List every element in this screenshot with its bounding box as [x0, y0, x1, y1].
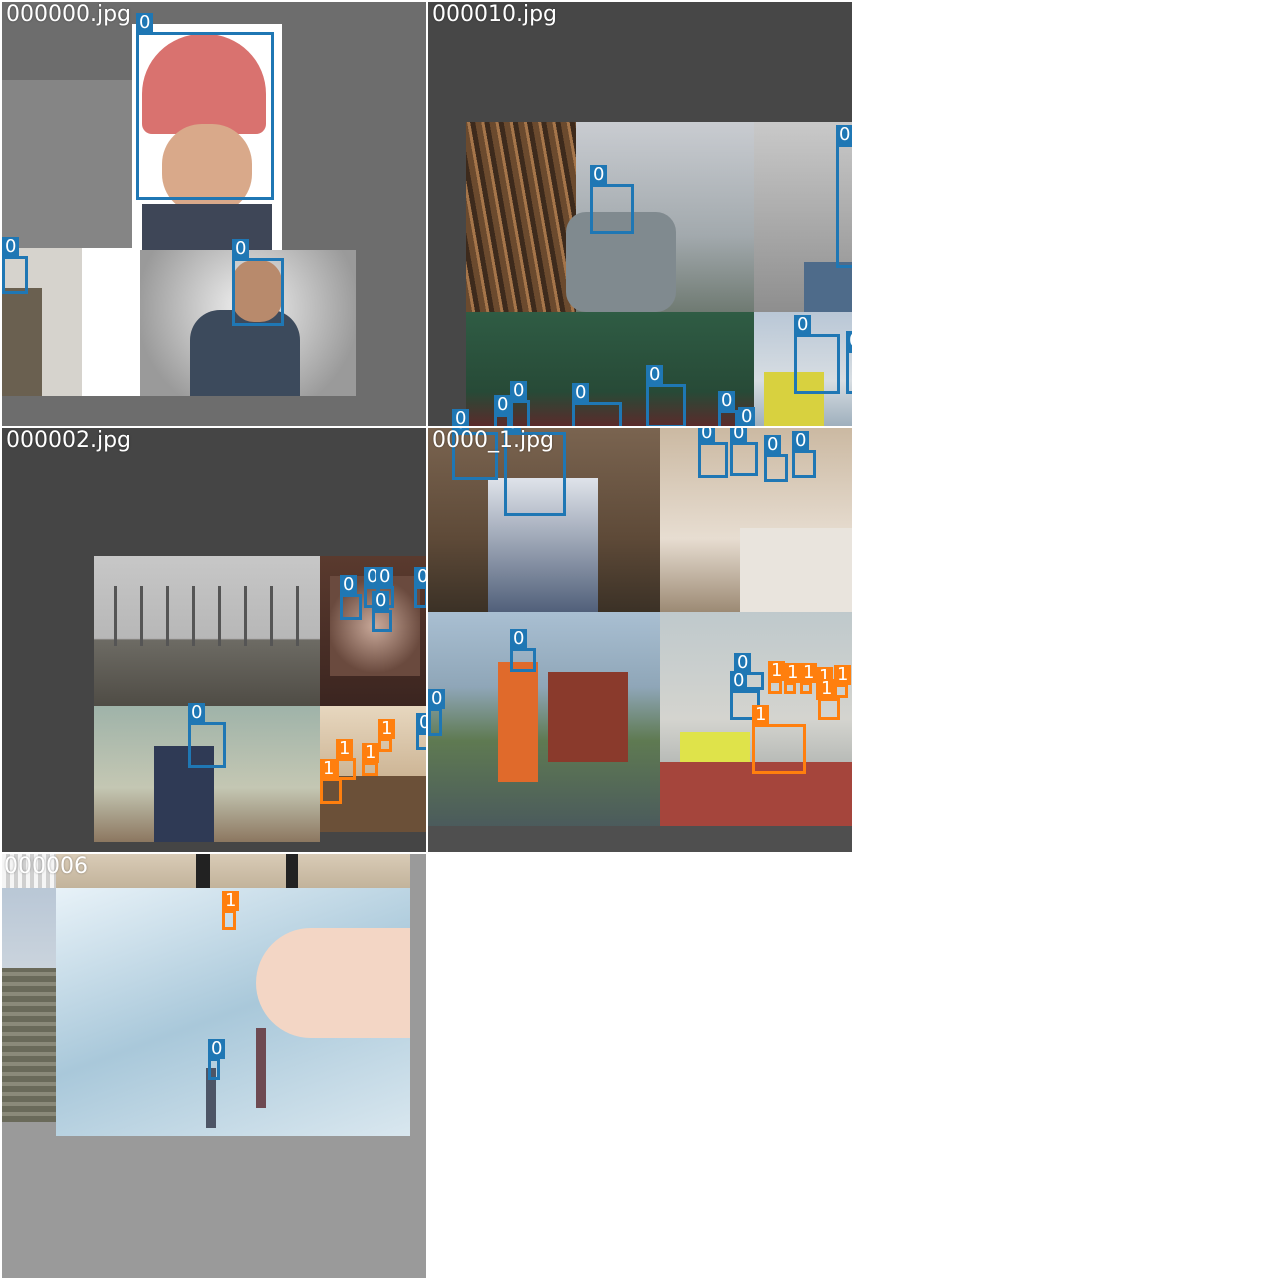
class-label: 0	[836, 125, 852, 145]
class-label: 0	[372, 591, 390, 611]
bbox-helmet: 0	[372, 591, 392, 632]
class-label: 0	[792, 431, 810, 451]
class-label: 0	[340, 575, 358, 595]
bbox-helmet: 0	[494, 395, 512, 426]
class-label: 0	[416, 713, 426, 733]
class-label: 0	[510, 381, 528, 401]
class-label: 0	[590, 165, 608, 185]
class-label: 1	[222, 891, 240, 911]
mosaic-tile-5: 1 0 000006	[2, 854, 426, 1278]
bbox-helmet: 0	[2, 237, 28, 294]
bbox-helmet: 0	[208, 1039, 226, 1080]
class-label: 1	[834, 665, 852, 685]
class-label: 1	[320, 759, 338, 779]
class-label: 0	[136, 13, 154, 33]
class-label: 0	[730, 428, 748, 443]
tile-filename: 0000_1.jpg	[432, 428, 555, 453]
class-label: 0	[764, 435, 782, 455]
photo-drilling-rig	[428, 612, 660, 826]
bbox-head: 1	[834, 665, 852, 698]
bbox-head: 1	[336, 739, 356, 780]
bbox-head: 1	[818, 679, 840, 720]
class-label: 0	[572, 383, 590, 403]
tile-filename: 000006	[4, 854, 88, 879]
class-label: 1	[336, 739, 354, 759]
class-label: 0	[414, 567, 426, 587]
class-label: 0	[188, 703, 206, 723]
mosaic-tile-4: 0 0 0 0 0 0 0 0 0 0 1 1 1 1 1 1 1 0000_1…	[428, 428, 852, 852]
class-label: 1	[768, 661, 786, 681]
bbox-head: 1	[320, 759, 342, 804]
class-label: 1	[378, 719, 396, 739]
class-label: 0	[452, 409, 470, 426]
class-label: 1	[752, 705, 770, 725]
bbox-helmet: 0	[510, 629, 536, 672]
class-label: 0	[738, 407, 756, 426]
bbox-helmet: 0	[792, 431, 816, 478]
class-label: 0	[232, 239, 250, 259]
mosaic-tile-1: 0 0 0 000000.jpg	[2, 2, 426, 426]
class-label: 0	[794, 315, 812, 335]
mosaic-tile-2: 0 0 0 0 0 0 0 0 0 0 0 000010.jpg	[428, 2, 852, 426]
bbox-helmet: 0	[730, 428, 758, 476]
class-label: 1	[818, 679, 836, 699]
class-label: 1	[362, 743, 380, 763]
bbox-helmet: 0	[232, 239, 284, 326]
class-label: 0	[730, 671, 748, 691]
photo-steel-frame	[94, 556, 320, 706]
bbox-helmet: 0	[590, 165, 634, 234]
bbox-helmet: 0	[572, 383, 622, 426]
class-label: 0	[208, 1039, 226, 1059]
bbox-head: 1	[784, 663, 802, 694]
class-label: 0	[494, 395, 512, 415]
bbox-helmet: 0	[416, 713, 426, 750]
mosaic-tile-3: 0 0 0 0 0 0 0 1 1 1 1 000002.jpg	[2, 428, 426, 852]
class-label: 0	[698, 428, 716, 443]
class-label: 0	[2, 237, 20, 257]
bbox-head: 1	[378, 719, 396, 752]
bbox-head: 1	[768, 661, 786, 694]
class-label: 0	[646, 365, 664, 385]
bbox-helmet: 0	[428, 689, 446, 736]
bbox-helmet: 0	[846, 331, 852, 394]
class-label: 0	[718, 391, 736, 411]
bbox-head: 1	[800, 663, 818, 694]
bbox-helmet: 0	[510, 381, 530, 426]
bbox-helmet: 0	[794, 315, 840, 394]
bbox-helmet: 0	[188, 703, 226, 768]
class-label: 0	[510, 629, 528, 649]
class-label: 1	[800, 663, 818, 683]
bbox-head: 1	[362, 743, 380, 776]
bbox-head: 1	[222, 891, 240, 930]
tile-filename: 000000.jpg	[6, 2, 132, 27]
bbox-helmet: 0	[414, 567, 426, 608]
bbox-helmet: 0	[836, 125, 852, 268]
bbox-head: 1	[752, 705, 806, 774]
tile-filename: 000002.jpg	[6, 428, 132, 453]
class-label: 1	[784, 663, 802, 683]
photo-people-walking	[56, 854, 410, 888]
bbox-helmet: 0	[698, 428, 728, 478]
bbox-helmet: 0	[340, 575, 362, 620]
class-label: 0	[428, 689, 446, 709]
bbox-helmet: 0	[718, 391, 738, 426]
bbox-helmet: 0	[136, 13, 274, 200]
class-label: 0	[846, 331, 852, 351]
bbox-helmet: 0	[764, 435, 788, 482]
photo-blue-wall	[2, 888, 56, 1122]
bbox-helmet: 0	[646, 365, 686, 426]
tile-filename: 000010.jpg	[432, 2, 558, 27]
class-label: 0	[376, 567, 394, 587]
